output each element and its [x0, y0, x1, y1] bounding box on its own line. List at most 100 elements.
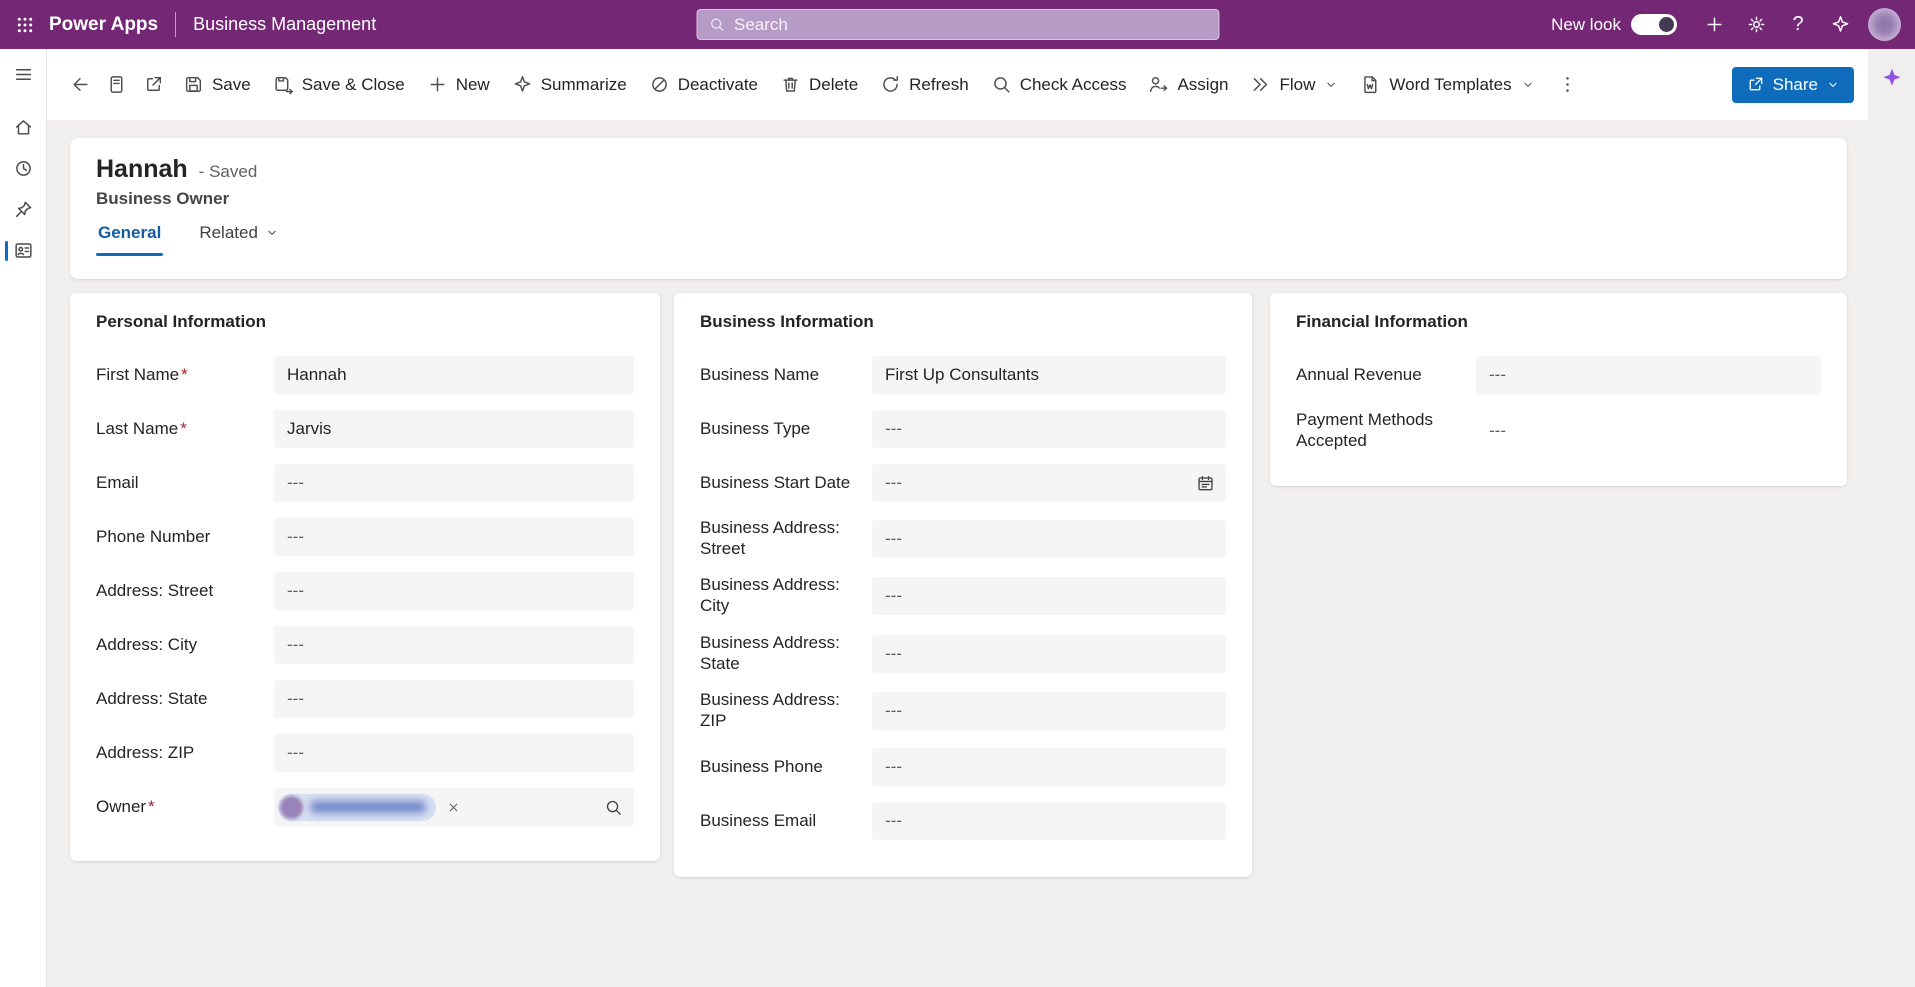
field-row: Payment Methods Accepted --- [1296, 410, 1821, 451]
copilot-button[interactable] [1819, 0, 1861, 49]
field-row: Address: State --- [96, 680, 634, 718]
topbar-divider [175, 12, 176, 37]
business-start-date-field[interactable]: --- [872, 464, 1226, 502]
help-button[interactable]: ? [1777, 0, 1819, 49]
word-templates-button[interactable]: Word Templates [1349, 63, 1545, 107]
business-type-field[interactable]: --- [872, 410, 1226, 448]
remove-owner-button[interactable] [446, 800, 461, 815]
copilot-icon [512, 74, 533, 95]
field-value: --- [885, 811, 902, 831]
field-value: --- [885, 644, 902, 664]
field-label-text: Payment Methods Accepted [1296, 410, 1433, 450]
field-row: Business Start Date--- [700, 464, 1226, 502]
field-row: First Name*Hannah [96, 356, 634, 394]
refresh-button[interactable]: Refresh [869, 63, 980, 107]
field-label-text: First Name [96, 365, 179, 384]
copilot-pane-button[interactable] [1874, 60, 1909, 95]
address-street-field[interactable]: --- [274, 572, 634, 610]
address-state-field[interactable]: --- [274, 680, 634, 718]
field-label-text: Business Phone [700, 757, 823, 776]
top-bar: Power Apps Business Management Search Ne… [0, 0, 1915, 49]
new-button[interactable]: New [416, 63, 501, 107]
payment-methods-accepted-field: --- [1476, 421, 1506, 441]
owner-lookup-pill[interactable] [278, 794, 436, 821]
sidebar-item-business-owners[interactable] [0, 230, 47, 271]
address-zip-field[interactable]: --- [274, 734, 634, 772]
assign-button[interactable]: Assign [1137, 63, 1239, 107]
business-email-field[interactable]: --- [872, 802, 1226, 840]
last-name-field[interactable]: Jarvis [274, 410, 634, 448]
tab-related[interactable]: Related [197, 223, 281, 256]
sidebar-item-pinned[interactable] [0, 189, 47, 230]
command-bar: SaveSave & Close New SummarizeDeactivateDe… [47, 49, 1868, 120]
field-value: --- [287, 527, 304, 547]
business-address-state-field[interactable]: --- [872, 635, 1226, 673]
summarize-button[interactable]: Summarize [501, 63, 638, 107]
email-field[interactable]: --- [274, 464, 634, 502]
field-label-text: Business Name [700, 365, 819, 384]
field-label: Business Name [700, 365, 872, 386]
tab-general[interactable]: General [96, 223, 163, 256]
save-and-close-button[interactable]: Save & Close [262, 63, 416, 107]
record-title: Hannah [96, 155, 188, 184]
chevron-down-icon [1521, 78, 1535, 92]
flow-button[interactable]: Flow [1239, 63, 1349, 107]
site-map-toggle-button[interactable] [0, 54, 47, 95]
form-selector-button[interactable] [98, 63, 135, 107]
chevron-down-icon [1324, 78, 1338, 92]
x-icon [446, 800, 461, 815]
business-address-city-field[interactable]: --- [872, 577, 1226, 615]
command-label: Flow [1279, 75, 1315, 95]
save-button[interactable]: Save [172, 63, 262, 107]
copilot-icon [1830, 14, 1851, 35]
phone-number-field[interactable]: --- [274, 518, 634, 556]
share-button[interactable]: Share [1732, 67, 1854, 103]
field-label: Business Address: State [700, 633, 872, 674]
field-label-text: Address: ZIP [96, 743, 194, 762]
business-name-field[interactable]: First Up Consultants [872, 356, 1226, 394]
entity-form-icon [13, 240, 34, 261]
home-icon [13, 117, 34, 138]
pill-avatar [280, 796, 303, 819]
global-search-input[interactable]: Search [696, 9, 1219, 40]
business-address-street-field[interactable]: --- [872, 520, 1226, 558]
delete-button[interactable]: Delete [769, 63, 869, 107]
command-label: Refresh [909, 75, 969, 95]
field-row: Business Phone --- [700, 748, 1226, 786]
tab-label: Related [199, 223, 258, 243]
create-button[interactable] [1693, 0, 1735, 49]
deactivate-button[interactable]: Deactivate [638, 63, 769, 107]
first-name-field[interactable]: Hannah [274, 356, 634, 394]
share-icon [1746, 75, 1765, 94]
new-look-toggle[interactable] [1631, 14, 1677, 35]
field-value: --- [885, 757, 902, 777]
record-title-row: Hannah - Saved [96, 155, 1821, 184]
field-row: Address: ZIP --- [96, 734, 634, 772]
section-title: Personal Information [96, 312, 634, 332]
plus-icon [1704, 14, 1725, 35]
business-phone-field[interactable]: --- [872, 748, 1226, 786]
check-access-button[interactable]: Check Access [980, 63, 1138, 107]
owner-field[interactable] [274, 788, 634, 826]
sidebar-item-home[interactable] [0, 107, 47, 148]
business-address-zip-field[interactable]: --- [872, 692, 1226, 730]
field-label-text: Business Address: City [700, 575, 840, 615]
save-close-icon [273, 74, 294, 95]
more-commands-button[interactable] [1546, 63, 1590, 107]
assign-icon [1148, 74, 1169, 95]
sidebar-item-recent[interactable] [0, 148, 47, 189]
lookup-search-icon[interactable] [604, 798, 623, 817]
back-button[interactable] [61, 63, 98, 107]
date-picker-icon[interactable] [1196, 474, 1215, 493]
address-city-field[interactable]: --- [274, 626, 634, 664]
command-label: New [456, 75, 490, 95]
settings-button[interactable] [1735, 0, 1777, 49]
account-avatar[interactable] [1868, 8, 1901, 41]
annual-revenue-field[interactable]: --- [1476, 356, 1821, 394]
field-label: Business Start Date [700, 473, 872, 494]
app-launcher-button[interactable] [0, 0, 49, 49]
open-in-new-window-button[interactable] [135, 63, 172, 107]
field-row: Business Address: State --- [700, 633, 1226, 674]
field-label-text: Address: State [96, 689, 208, 708]
deactivate-icon [649, 74, 670, 95]
